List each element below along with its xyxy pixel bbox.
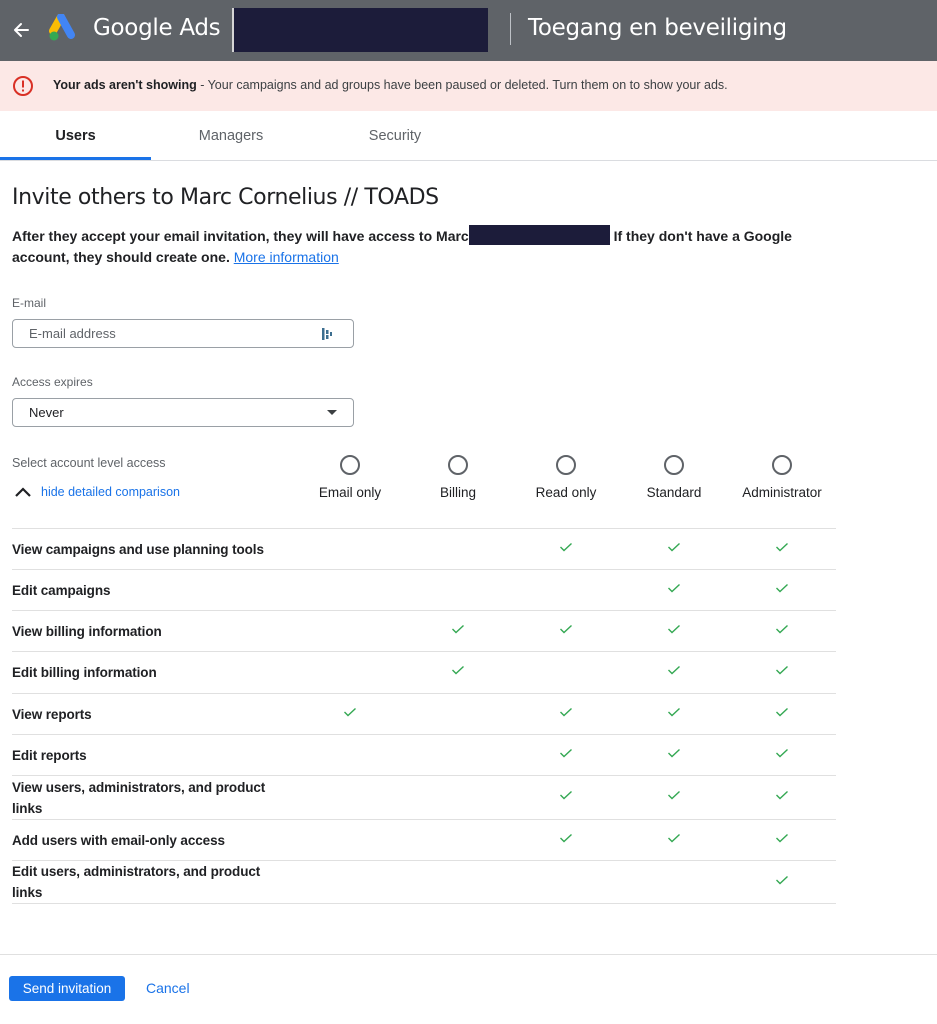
email-placeholder: E-mail address <box>29 326 116 341</box>
password-manager-icon[interactable] <box>321 327 333 341</box>
permissions-table: View campaigns and use planning tools Edi… <box>12 528 836 904</box>
desc-part-1: After they accept your email invitation,… <box>12 228 469 244</box>
footer-divider <box>0 954 937 955</box>
google-ads-logo-icon <box>49 14 75 41</box>
alert-message: - Your campaigns and ad groups have been… <box>196 78 728 92</box>
checkmark-icon <box>776 583 788 592</box>
alert-text: Your ads aren't showing - Your campaigns… <box>53 78 728 92</box>
cancel-button[interactable]: Cancel <box>146 980 190 996</box>
permission-label: Add users with email-only access <box>12 832 225 848</box>
checkmark-icon <box>776 790 788 800</box>
back-arrow-icon[interactable] <box>10 17 32 43</box>
radio-label-administrator: Administrator <box>742 485 822 500</box>
error-icon <box>13 76 33 96</box>
email-field[interactable]: E-mail address <box>12 319 354 348</box>
permission-label: Edit billing information <box>12 665 157 680</box>
permission-label: View billing information <box>12 623 162 639</box>
dropdown-caret-icon <box>327 410 337 415</box>
checkmark-icon <box>668 833 680 842</box>
permission-row: Edit campaigns <box>12 569 836 610</box>
hide-comparison-toggle[interactable]: hide detailed comparison <box>14 485 180 499</box>
more-information-link[interactable]: More information <box>234 249 339 265</box>
header-divider <box>510 13 511 45</box>
checkmark-icon <box>560 748 572 757</box>
permission-label: View reports <box>12 706 92 722</box>
access-option-administrator[interactable]: Administrator <box>728 455 836 500</box>
brand-name: Google Ads <box>93 15 221 41</box>
radio-label-billing: Billing <box>439 485 477 500</box>
checkmark-icon <box>668 790 680 800</box>
email-label: E-mail <box>12 296 47 310</box>
checkmark-icon <box>452 665 464 675</box>
send-invitation-button[interactable]: Send invitation <box>9 976 125 1001</box>
redacted-account-name-inline <box>468 225 610 245</box>
permission-label: View users, administrators, and product … <box>12 779 266 816</box>
checkmark-icon <box>776 833 788 842</box>
checkmark-icon <box>776 542 788 551</box>
permission-label: Edit users, administrators, and product … <box>12 864 261 900</box>
active-tab-indicator <box>0 157 151 160</box>
brand-ads: Ads <box>179 15 221 41</box>
tab-bar: Users Managers Security <box>0 111 937 161</box>
checkmark-icon <box>776 875 788 885</box>
alert-bold: Your ads aren't showing <box>53 78 197 92</box>
permission-row: Edit billing information <box>12 651 836 693</box>
permission-row: Add users with email-only access <box>12 819 836 860</box>
checkmark-icon <box>668 748 680 757</box>
radio-email-only[interactable] <box>340 455 360 475</box>
checkmark-icon <box>668 583 680 592</box>
checkmark-icon <box>776 624 788 633</box>
permission-row: View reports <box>12 693 836 734</box>
chevron-up-icon <box>15 487 31 497</box>
access-level-label: Select account level access <box>12 456 166 470</box>
checkmark-icon <box>776 748 788 757</box>
tab-users[interactable]: Users <box>0 111 151 161</box>
radio-billing[interactable] <box>448 455 468 475</box>
access-expires-select[interactable]: Never <box>12 398 354 427</box>
checkmark-icon <box>560 624 572 633</box>
permission-label: View campaigns and use planning tools <box>12 541 264 557</box>
tab-security[interactable]: Security <box>325 111 465 161</box>
permission-label: Edit reports <box>12 747 87 763</box>
permission-row: View users, administrators, and product … <box>12 775 836 819</box>
checkmark-icon <box>668 707 680 716</box>
checkmark-icon <box>668 542 680 551</box>
checkmark-icon <box>560 833 572 842</box>
checkmark-icon <box>668 624 680 633</box>
access-expires-value: Never <box>29 405 64 420</box>
radio-standard[interactable] <box>664 455 684 475</box>
brand-google: Google <box>93 15 173 41</box>
invite-title: Invite others to Marc Cornelius // TOADS <box>12 185 439 210</box>
access-option-standard[interactable]: Standard <box>620 455 728 500</box>
checkmark-icon <box>560 790 572 800</box>
radio-label-read-only: Read only <box>535 485 597 500</box>
checkmark-icon <box>452 624 464 633</box>
alert-banner: Your ads aren't showing - Your campaigns… <box>0 61 937 111</box>
checkmark-icon <box>776 707 788 716</box>
tab-managers[interactable]: Managers <box>161 111 301 161</box>
checkmark-icon <box>560 542 572 551</box>
permission-row: View campaigns and use planning tools <box>12 528 836 569</box>
radio-administrator[interactable] <box>772 455 792 475</box>
permission-row: View billing information <box>12 610 836 651</box>
radio-label-standard: Standard <box>646 485 702 500</box>
checkmark-icon <box>560 707 572 716</box>
access-expires-label: Access expires <box>12 375 93 389</box>
access-option-billing[interactable]: Billing <box>404 455 512 500</box>
hide-comparison-text: hide detailed comparison <box>41 485 180 499</box>
radio-label-email-only: Email only <box>318 485 382 500</box>
access-option-email-only[interactable]: Email only <box>296 455 404 500</box>
checkmark-icon <box>668 665 680 675</box>
checkmark-icon <box>344 707 356 716</box>
radio-read-only[interactable] <box>556 455 576 475</box>
permission-row: Edit reports <box>12 734 836 775</box>
checkmark-icon <box>776 665 788 675</box>
permission-row: Edit users, administrators, and product … <box>12 860 836 904</box>
permission-label: Edit campaigns <box>12 582 111 598</box>
page-title: Toegang en beveiliging <box>528 15 787 41</box>
access-option-read-only[interactable]: Read only <box>512 455 620 500</box>
redacted-account-name <box>232 8 488 52</box>
invite-description: After they accept your email invitation,… <box>12 225 832 268</box>
app-header: Google Ads Toegang en beveiliging <box>0 0 937 61</box>
